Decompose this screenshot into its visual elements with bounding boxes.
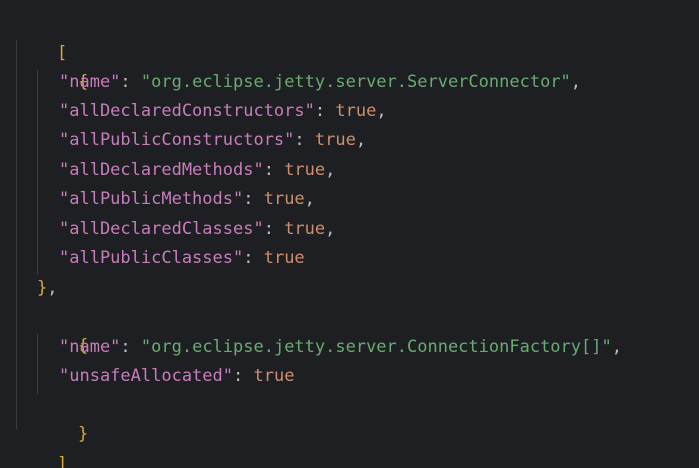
json-key: "allDeclaredClasses"	[59, 219, 264, 239]
json-key: "allDeclaredMethods"	[59, 160, 264, 180]
comma: ,	[47, 278, 58, 298]
code-editor[interactable]: [ { "name": "org.eclipse.jetty.server.Se…	[0, 0, 699, 468]
json-key: "allPublicMethods"	[59, 189, 244, 209]
json-string-value: "org.eclipse.jetty.server.ServerConnecto…	[140, 72, 571, 92]
code-line: [	[16, 10, 67, 63]
json-string-value: "org.eclipse.jetty.server.ConnectionFact…	[140, 337, 612, 357]
code-line: "allDeclaredMethods": true,	[59, 156, 335, 185]
json-boolean-value: true	[314, 130, 356, 150]
code-line: }	[37, 391, 88, 444]
colon: :	[263, 219, 285, 239]
code-line: "allDeclaredConstructors": true,	[59, 97, 387, 126]
object-close-brace: }	[37, 278, 48, 298]
code-line: ]	[16, 421, 67, 468]
colon: :	[294, 130, 315, 150]
json-key: "name"	[59, 337, 121, 357]
comma: ,	[304, 189, 315, 209]
code-line: "allDeclaredClasses": true,	[59, 215, 335, 244]
comma: ,	[355, 130, 367, 150]
colon: :	[120, 72, 141, 92]
json-key: "allPublicConstructors"	[59, 130, 295, 150]
code-line: {	[37, 303, 88, 356]
comma: ,	[611, 337, 622, 357]
object-close-brace: }	[77, 424, 89, 444]
json-key: "allPublicClasses"	[59, 248, 244, 268]
code-line: "name": "org.eclipse.jetty.server.Connec…	[59, 333, 622, 362]
colon: :	[243, 248, 264, 268]
comma: ,	[376, 101, 387, 121]
colon: :	[243, 189, 264, 209]
code-line: "allPublicMethods": true,	[59, 185, 315, 214]
colon: :	[314, 101, 336, 121]
code-line: "allPublicConstructors": true,	[59, 126, 366, 155]
code-line: "name": "org.eclipse.jetty.server.Server…	[59, 68, 581, 97]
comma: ,	[325, 219, 336, 239]
json-boolean-value: true	[263, 189, 305, 209]
array-close-bracket: ]	[56, 454, 68, 468]
json-key: "name"	[59, 72, 121, 92]
code-line: "allPublicClasses": true	[59, 244, 305, 273]
code-line: "unsafeAllocated": true	[59, 362, 294, 391]
colon: :	[233, 366, 254, 386]
json-boolean-value: true	[335, 101, 377, 121]
json-boolean-value: true	[253, 366, 295, 386]
json-key: "unsafeAllocated"	[59, 366, 233, 386]
colon: :	[263, 160, 285, 180]
json-boolean-value: true	[263, 248, 305, 268]
colon: :	[120, 337, 141, 357]
json-boolean-value: true	[284, 160, 326, 180]
indent-guide-outer	[16, 40, 17, 430]
comma: ,	[325, 160, 336, 180]
code-line: {	[37, 39, 88, 92]
json-key: "allDeclaredConstructors"	[59, 101, 315, 121]
json-boolean-value: true	[284, 219, 326, 239]
comma: ,	[570, 72, 582, 92]
code-line: },	[37, 274, 58, 303]
